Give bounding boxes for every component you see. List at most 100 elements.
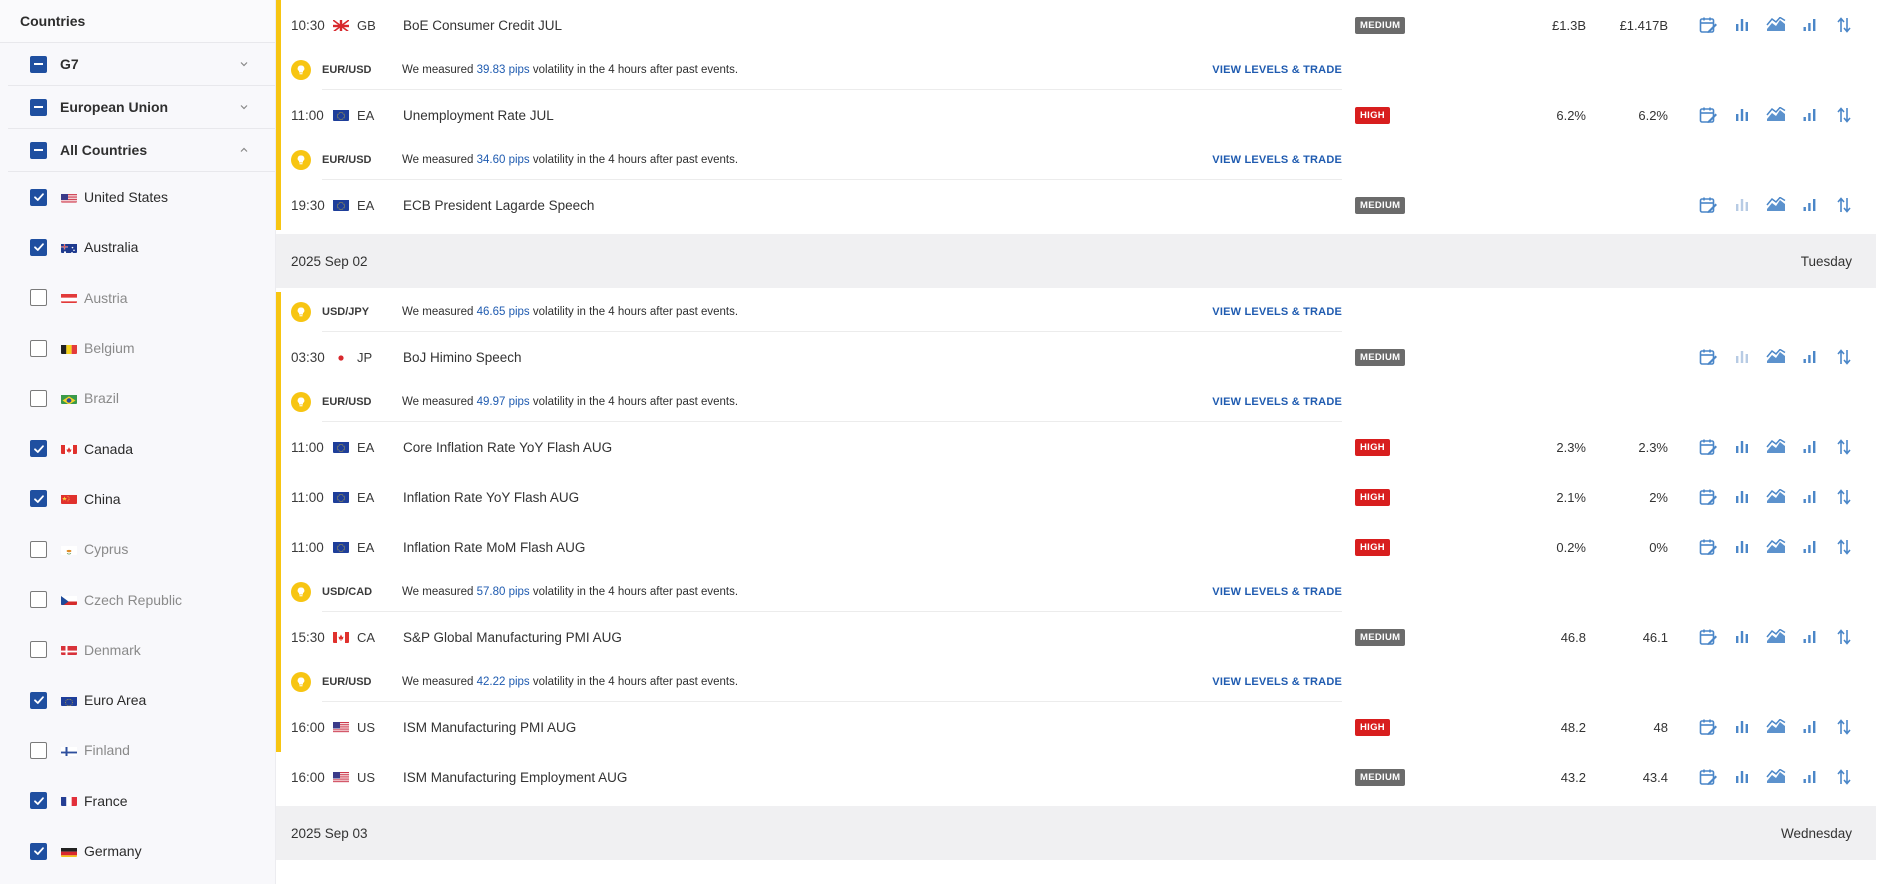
calendar-add-icon[interactable] xyxy=(1691,14,1725,36)
country-brazil[interactable]: Brazil xyxy=(0,373,275,423)
chevron-down-icon[interactable] xyxy=(237,57,251,71)
group-checkbox[interactable] xyxy=(30,141,47,159)
event-name[interactable]: ISM Manufacturing PMI AUG xyxy=(403,720,576,735)
sort-arrows-icon[interactable] xyxy=(1827,716,1861,738)
country-united-states[interactable]: United States xyxy=(0,172,275,222)
country-checkbox[interactable] xyxy=(30,440,47,458)
country-checkbox[interactable] xyxy=(30,339,47,357)
view-levels-trade-link[interactable]: VIEW LEVELS & TRADE xyxy=(1212,64,1342,76)
calendar-add-icon[interactable] xyxy=(1691,436,1725,458)
event-name[interactable]: BoJ Himino Speech xyxy=(403,350,522,365)
bar-chart-icon[interactable] xyxy=(1725,536,1759,558)
event-row[interactable]: 15:30 CA S&P Global Manufacturing PMI AU… xyxy=(276,612,1876,662)
country-checkbox[interactable] xyxy=(30,691,47,709)
chevron-up-icon[interactable] xyxy=(237,143,251,157)
calendar-add-icon[interactable] xyxy=(1691,104,1725,126)
group-g7[interactable]: G7 xyxy=(8,43,275,86)
sort-arrows-icon[interactable] xyxy=(1827,486,1861,508)
area-chart-icon[interactable] xyxy=(1759,194,1793,216)
bar-chart-icon[interactable] xyxy=(1725,346,1759,368)
view-levels-trade-link[interactable]: VIEW LEVELS & TRADE xyxy=(1212,306,1342,318)
country-checkbox[interactable] xyxy=(30,389,47,407)
area-chart-icon[interactable] xyxy=(1759,346,1793,368)
country-checkbox[interactable] xyxy=(30,591,47,609)
signal-bars-icon[interactable] xyxy=(1793,346,1827,368)
country-checkbox[interactable] xyxy=(30,540,47,558)
signal-bars-icon[interactable] xyxy=(1793,716,1827,738)
signal-bars-icon[interactable] xyxy=(1793,14,1827,36)
calendar-add-icon[interactable] xyxy=(1691,716,1725,738)
event-row[interactable]: 11:00 EA Inflation Rate MoM Flash AUG HI… xyxy=(276,522,1876,572)
event-row[interactable]: 19:30 EA ECB President Lagarde Speech ME… xyxy=(276,180,1876,230)
country-checkbox[interactable] xyxy=(30,792,47,810)
signal-bars-icon[interactable] xyxy=(1793,436,1827,458)
event-name[interactable]: BoE Consumer Credit JUL xyxy=(403,18,562,33)
country-germany[interactable]: Germany xyxy=(0,826,275,876)
calendar-add-icon[interactable] xyxy=(1691,536,1725,558)
country-australia[interactable]: Australia xyxy=(0,222,275,272)
country-finland[interactable]: Finland xyxy=(0,725,275,775)
event-row[interactable]: 11:00 EA Inflation Rate YoY Flash AUG HI… xyxy=(276,472,1876,522)
area-chart-icon[interactable] xyxy=(1759,14,1793,36)
signal-bars-icon[interactable] xyxy=(1793,104,1827,126)
bar-chart-icon[interactable] xyxy=(1725,194,1759,216)
area-chart-icon[interactable] xyxy=(1759,104,1793,126)
calendar-add-icon[interactable] xyxy=(1691,626,1725,648)
country-china[interactable]: China xyxy=(0,474,275,524)
signal-bars-icon[interactable] xyxy=(1793,536,1827,558)
area-chart-icon[interactable] xyxy=(1759,436,1793,458)
event-row[interactable]: 16:00 US ISM Manufacturing Employment AU… xyxy=(276,752,1876,802)
area-chart-icon[interactable] xyxy=(1759,716,1793,738)
country-france[interactable]: France xyxy=(0,776,275,826)
event-row[interactable]: 03:30 JP BoJ Himino Speech MEDIUM xyxy=(276,332,1876,382)
event-name[interactable]: S&P Global Manufacturing PMI AUG xyxy=(403,630,622,645)
bar-chart-icon[interactable] xyxy=(1725,626,1759,648)
sort-arrows-icon[interactable] xyxy=(1827,14,1861,36)
event-name[interactable]: ECB President Lagarde Speech xyxy=(403,198,594,213)
sort-arrows-icon[interactable] xyxy=(1827,766,1861,788)
country-checkbox[interactable] xyxy=(30,188,47,206)
bar-chart-icon[interactable] xyxy=(1725,104,1759,126)
event-row[interactable]: 11:00 EA Unemployment Rate JUL HIGH 6.2%… xyxy=(276,90,1876,140)
signal-bars-icon[interactable] xyxy=(1793,626,1827,648)
area-chart-icon[interactable] xyxy=(1759,766,1793,788)
sort-arrows-icon[interactable] xyxy=(1827,194,1861,216)
bar-chart-icon[interactable] xyxy=(1725,716,1759,738)
bar-chart-icon[interactable] xyxy=(1725,14,1759,36)
country-denmark[interactable]: Denmark xyxy=(0,625,275,675)
view-levels-trade-link[interactable]: VIEW LEVELS & TRADE xyxy=(1212,586,1342,598)
signal-bars-icon[interactable] xyxy=(1793,486,1827,508)
calendar-add-icon[interactable] xyxy=(1691,194,1725,216)
signal-bars-icon[interactable] xyxy=(1793,194,1827,216)
country-canada[interactable]: Canada xyxy=(0,423,275,473)
group-checkbox[interactable] xyxy=(30,98,47,116)
event-row[interactable]: 16:00 US ISM Manufacturing PMI AUG HIGH … xyxy=(276,702,1876,752)
calendar-add-icon[interactable] xyxy=(1691,346,1725,368)
group-all-countries[interactable]: All Countries xyxy=(8,129,275,172)
group-checkbox[interactable] xyxy=(30,55,47,73)
country-checkbox[interactable] xyxy=(30,238,47,256)
event-name[interactable]: Unemployment Rate JUL xyxy=(403,108,554,123)
group-european-union[interactable]: European Union xyxy=(8,86,275,129)
view-levels-trade-link[interactable]: VIEW LEVELS & TRADE xyxy=(1212,396,1342,408)
country-austria[interactable]: Austria xyxy=(0,273,275,323)
country-checkbox[interactable] xyxy=(30,741,47,759)
calendar-add-icon[interactable] xyxy=(1691,766,1725,788)
event-name[interactable]: Core Inflation Rate YoY Flash AUG xyxy=(403,440,612,455)
sort-arrows-icon[interactable] xyxy=(1827,536,1861,558)
event-row[interactable]: 11:00 EA Core Inflation Rate YoY Flash A… xyxy=(276,422,1876,472)
event-name[interactable]: Inflation Rate YoY Flash AUG xyxy=(403,490,579,505)
chevron-down-icon[interactable] xyxy=(237,100,251,114)
country-belgium[interactable]: Belgium xyxy=(0,323,275,373)
sort-arrows-icon[interactable] xyxy=(1827,346,1861,368)
view-levels-trade-link[interactable]: VIEW LEVELS & TRADE xyxy=(1212,154,1342,166)
calendar-add-icon[interactable] xyxy=(1691,486,1725,508)
event-name[interactable]: Inflation Rate MoM Flash AUG xyxy=(403,540,585,555)
area-chart-icon[interactable] xyxy=(1759,486,1793,508)
country-checkbox[interactable] xyxy=(30,842,47,860)
sort-arrows-icon[interactable] xyxy=(1827,104,1861,126)
country-czech-republic[interactable]: Czech Republic xyxy=(0,574,275,624)
country-checkbox[interactable] xyxy=(30,641,47,659)
country-euro-area[interactable]: Euro Area xyxy=(0,675,275,725)
signal-bars-icon[interactable] xyxy=(1793,766,1827,788)
